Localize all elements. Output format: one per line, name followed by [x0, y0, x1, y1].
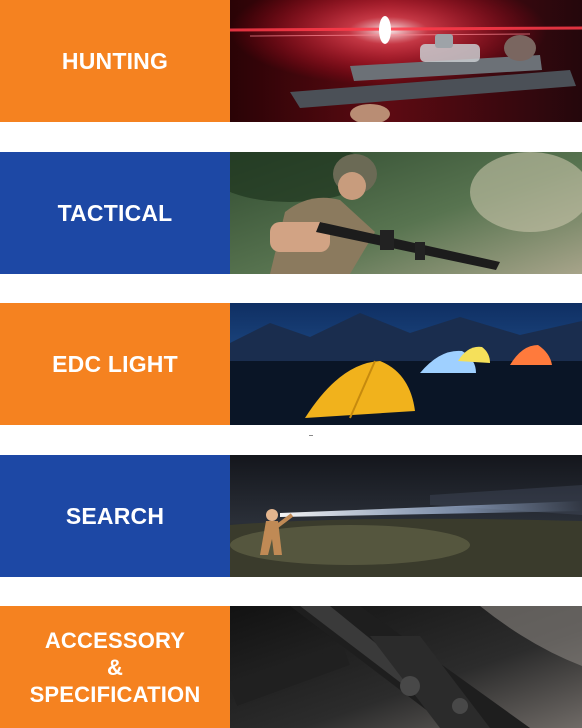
category-row-search[interactable]: SEARCH — [0, 455, 582, 577]
category-label-tactical[interactable]: TACTICAL — [0, 152, 230, 274]
separator-dash — [309, 435, 313, 436]
flashlight-beam-icon — [230, 455, 582, 577]
category-page: HUNTING TACTICAL EDC LIGHT SEARCH ACCESS… — [0, 0, 582, 728]
accessory-photo[interactable] — [230, 606, 582, 728]
category-title: TACTICAL — [57, 199, 173, 226]
category-label-edc-light[interactable]: EDC LIGHT — [0, 303, 230, 425]
category-title: EDC LIGHT — [52, 350, 178, 377]
category-title: HUNTING — [61, 47, 169, 74]
camping-tents-icon — [230, 303, 582, 425]
category-label-search[interactable]: SEARCH — [0, 455, 230, 577]
weapon-light-icon — [230, 606, 582, 728]
hunting-photo[interactable] — [230, 0, 582, 122]
category-label-hunting[interactable]: HUNTING — [0, 0, 230, 122]
category-row-edc-light[interactable]: EDC LIGHT — [0, 303, 582, 425]
search-photo[interactable] — [230, 455, 582, 577]
category-row-accessory[interactable]: ACCESSORY & SPECIFICATION — [0, 606, 582, 728]
soldier-rifle-icon — [230, 152, 582, 274]
edc-light-photo[interactable] — [230, 303, 582, 425]
category-title: SEARCH — [65, 502, 165, 529]
category-row-tactical[interactable]: TACTICAL — [0, 152, 582, 274]
tactical-photo[interactable] — [230, 152, 582, 274]
category-label-accessory[interactable]: ACCESSORY & SPECIFICATION — [0, 606, 230, 728]
category-row-hunting[interactable]: HUNTING — [0, 0, 582, 122]
category-title: ACCESSORY & SPECIFICATION — [29, 627, 201, 707]
rifle-scope-icon — [230, 0, 582, 122]
